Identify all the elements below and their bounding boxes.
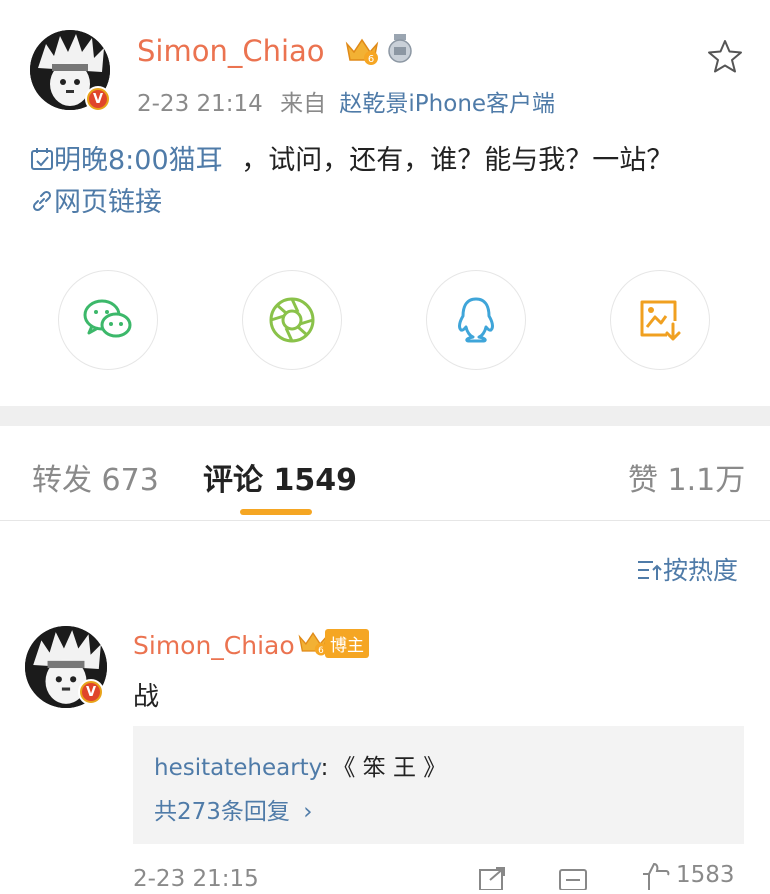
- calendar-check-icon: [31, 148, 53, 170]
- crown-badge-icon: 6: [344, 36, 380, 70]
- svg-text:6: 6: [318, 646, 324, 656]
- tab-repost-label: 转发: [32, 463, 92, 498]
- tab-likes-label: 赞: [628, 463, 658, 498]
- tabs-divider: [0, 520, 770, 521]
- post-source[interactable]: 赵乾景iPhone客户端: [339, 91, 555, 117]
- comment-author-badges: 6 博主: [297, 628, 369, 658]
- share-qq-button[interactable]: [426, 270, 526, 370]
- reply-user[interactable]: hesitatehearty: [154, 755, 321, 781]
- qq-icon: [458, 297, 494, 343]
- like-comment-button[interactable]: 1583: [640, 862, 735, 890]
- share-wechat-button[interactable]: [58, 270, 158, 370]
- comment-author-name[interactable]: Simon_Chiao: [133, 631, 295, 660]
- web-link-label: 网页链接: [54, 187, 162, 218]
- tab-repost-count: 673: [101, 463, 159, 498]
- post-source-prefix: 来自: [280, 91, 327, 117]
- post-time: 2-23 21:14: [137, 91, 263, 117]
- thumb-up-icon: [643, 862, 670, 890]
- event-link[interactable]: 明晚8:00猫耳: [30, 145, 231, 176]
- sort-icon: [638, 561, 662, 580]
- post-meta: 2-23 21:14 来自 赵乾景iPhone客户端: [137, 84, 555, 118]
- reply-text: 《 笨 王 》: [332, 755, 447, 781]
- link-icon: [32, 190, 52, 212]
- save-image-button[interactable]: [610, 270, 710, 370]
- forward-comment-button[interactable]: [478, 866, 508, 894]
- web-link[interactable]: 网页链接: [30, 180, 162, 219]
- tab-comments-label: 评论: [203, 463, 263, 498]
- author-badge: 博主: [325, 628, 369, 658]
- comment-icon: [559, 869, 587, 891]
- forward-icon: [479, 867, 505, 891]
- comment-time: 2-23 21:15: [133, 866, 259, 892]
- tab-likes-count: 1.1万: [667, 463, 746, 498]
- sort-by-hot-button[interactable]: 按热度: [637, 551, 738, 587]
- post-text: ，试问，还有，谁？能与我？一站？: [241, 145, 674, 176]
- comment-like-count: 1583: [676, 862, 735, 888]
- comment-text: 战: [133, 682, 160, 712]
- reply-colon: :: [320, 755, 329, 781]
- reply-preview[interactable]: hesitatehearty: 《 笨 王 》 共273条回复 ›: [133, 726, 744, 844]
- reply-comment-button[interactable]: [558, 866, 588, 894]
- moments-icon: [269, 297, 315, 343]
- active-tab-underline: [240, 509, 312, 515]
- event-link-label: 明晚8:00猫耳: [54, 145, 223, 176]
- verified-badge-icon: V: [78, 679, 104, 705]
- sort-label: 按热度: [663, 556, 739, 585]
- tab-comments[interactable]: 评论 1549: [203, 455, 357, 499]
- chevron-right-icon: ›: [303, 799, 313, 825]
- save-image-icon: [640, 300, 681, 341]
- section-divider: [0, 406, 770, 426]
- post-author-name[interactable]: Simon_Chiao: [137, 34, 325, 68]
- post-body: 明晚8:00猫耳 ，试问，还有，谁？能与我？一站？: [30, 138, 673, 177]
- tab-repost[interactable]: 转发 673: [32, 455, 159, 499]
- verified-badge-icon: V: [85, 86, 111, 112]
- tab-comments-count: 1549: [273, 463, 357, 498]
- svg-text:6: 6: [368, 54, 374, 65]
- favorite-star-icon[interactable]: [706, 38, 744, 80]
- share-moments-button[interactable]: [242, 270, 342, 370]
- reply-count-label: 共273条回复: [154, 799, 290, 825]
- wechat-icon: [83, 299, 132, 338]
- medal-icon: [386, 34, 414, 68]
- tab-likes[interactable]: 赞 1.1万: [628, 455, 745, 499]
- reply-line: hesitatehearty: 《 笨 王 》: [154, 748, 446, 782]
- reply-count-link[interactable]: 共273条回复 ›: [154, 792, 312, 826]
